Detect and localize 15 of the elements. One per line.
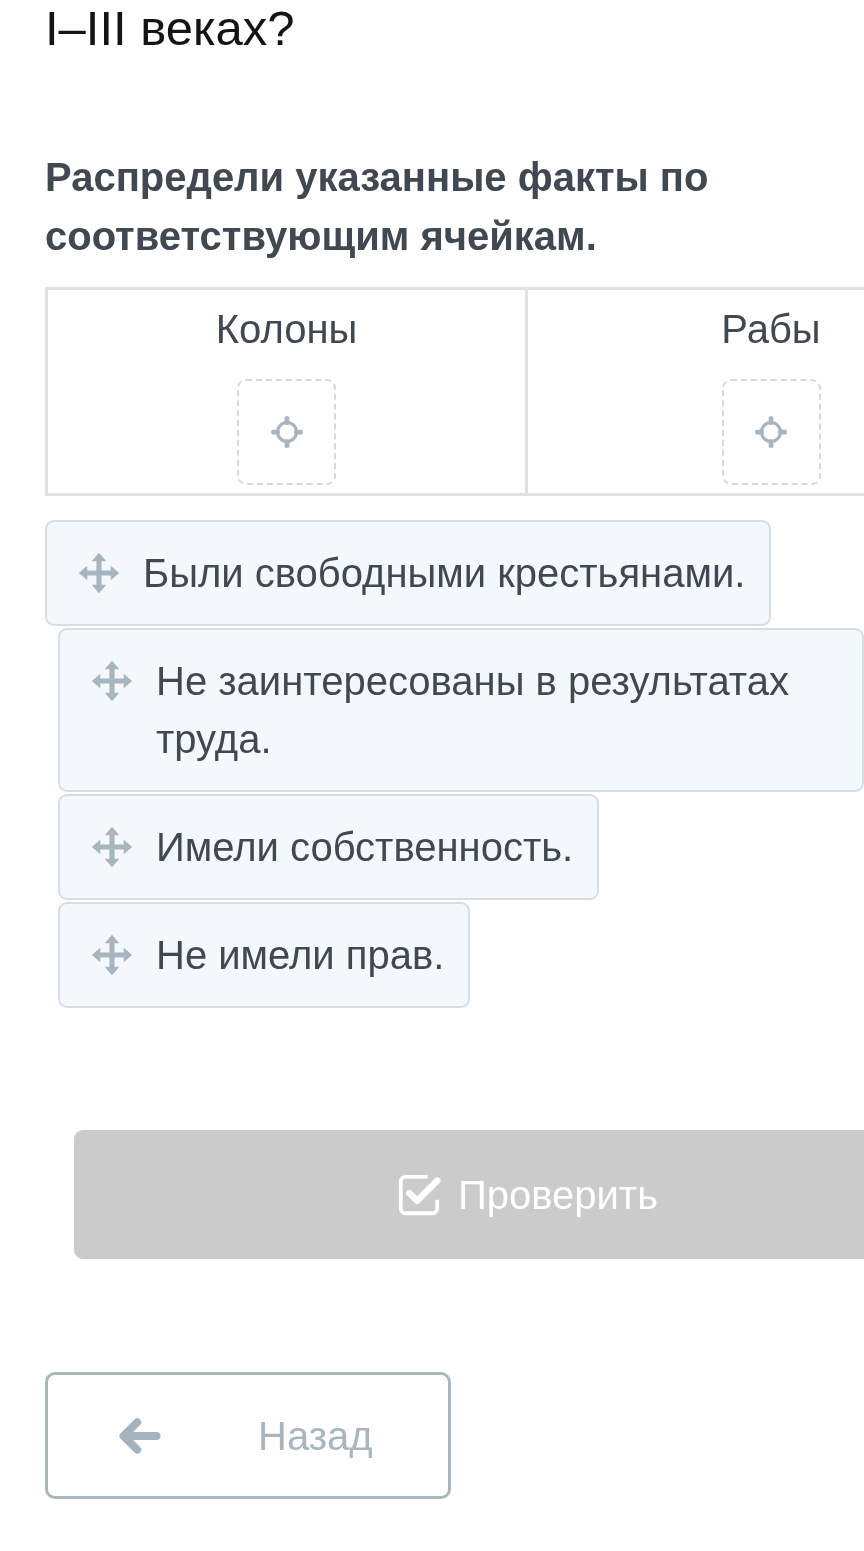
move-icon [90,825,134,869]
move-icon [90,659,134,703]
fact-card[interactable]: Не имели прав. [58,902,471,1008]
question-title: I–III веках? [45,0,295,53]
crosshair-icon [752,413,790,451]
fact-card[interactable]: Были свободными крестьянами. [45,520,772,626]
move-icon [77,551,121,595]
task-instruction: Распредели указанные факты по соответствующим ячейкам. [45,154,710,260]
fact-card[interactable]: Имели собственность. [58,794,600,900]
fact-card[interactable]: Не заинтересованы в результатах труда. [58,628,864,792]
column-heading: Рабы [721,306,821,353]
move-icon [90,933,134,977]
column-heading: Колоны [215,306,358,353]
drop-zone[interactable] [237,379,336,485]
drop-zone[interactable] [721,379,821,485]
